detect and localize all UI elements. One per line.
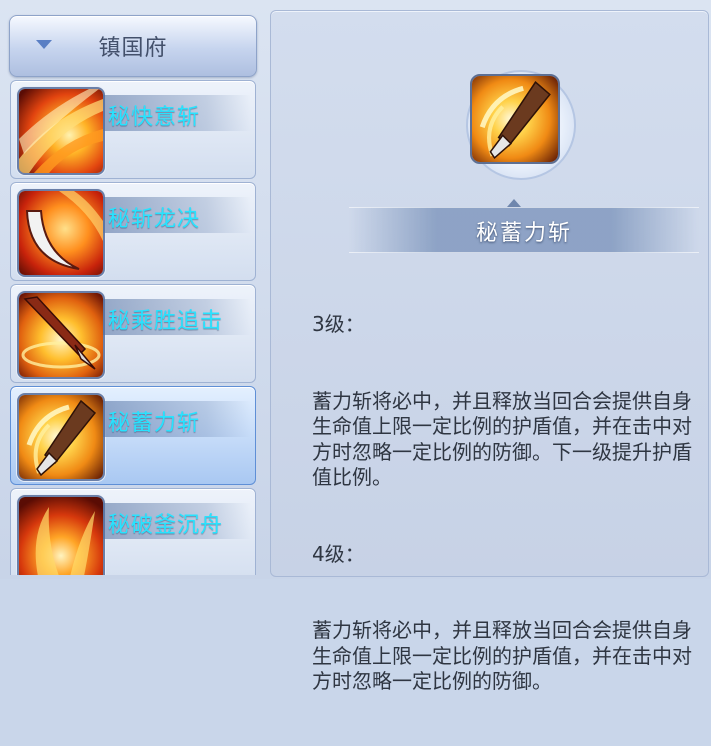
level-label: 4级： <box>312 541 365 566</box>
charged-sword-icon <box>470 74 560 164</box>
skill-title: 秘蓄力斩 <box>475 221 572 246</box>
category-dropdown[interactable]: 镇国府 <box>9 15 257 77</box>
skill-item-4[interactable]: 秘蓄力斩 <box>10 386 256 485</box>
skill-list-panel: 镇国府 秘快意斩 秘斩龙决 秘乘胜追击 秘蓄力斩 秘破釜沉舟 <box>3 6 263 575</box>
skill-detail-panel: 秘蓄力斩 3级： 蓄力斩将必中，并且释放当回合会提供自身生命值上限一定比例的护盾… <box>270 10 709 693</box>
skill-name: 秘快意斩 <box>108 105 201 130</box>
category-label: 镇国府 <box>98 36 168 61</box>
level-description: 蓄力斩将必中，并且释放当回合会提供自身生命值上限一定比例的护盾值，并在击中对方时… <box>312 618 692 693</box>
skill-description: 3级： 蓄力斩将必中，并且释放当回合会提供自身生命值上限一定比例的护盾值，并在击… <box>312 261 704 746</box>
skill-item-1[interactable]: 秘快意斩 <box>10 80 256 179</box>
level-description: 蓄力斩将必中，并且释放当回合会提供自身生命值上限一定比例的护盾值，并在击中对方时… <box>312 388 692 490</box>
skill-item-3[interactable]: 秘乘胜追击 <box>10 284 256 383</box>
skill-name: 秘乘胜追击 <box>108 309 224 334</box>
skill-name: 秘蓄力斩 <box>108 411 201 436</box>
flaming-spear-icon <box>17 291 105 379</box>
chevron-down-icon <box>36 40 52 49</box>
skill-window: 镇国府 秘快意斩 秘斩龙决 秘乘胜追击 秘蓄力斩 秘破釜沉舟 秘蓄力斩 3级： … <box>0 0 711 693</box>
level-label: 3级： <box>312 312 365 336</box>
crescent-blade-icon <box>17 189 105 277</box>
skill-name: 秘破釜沉舟 <box>108 513 224 538</box>
fire-burst-icon <box>17 495 105 575</box>
skill-item-2[interactable]: 秘斩龙决 <box>10 182 256 281</box>
title-pointer <box>507 199 521 207</box>
skill-name: 秘斩龙决 <box>108 207 201 232</box>
fire-slash-icon <box>17 87 105 175</box>
skill-item-5[interactable]: 秘破釜沉舟 <box>10 488 256 575</box>
charged-sword-icon <box>17 393 105 481</box>
